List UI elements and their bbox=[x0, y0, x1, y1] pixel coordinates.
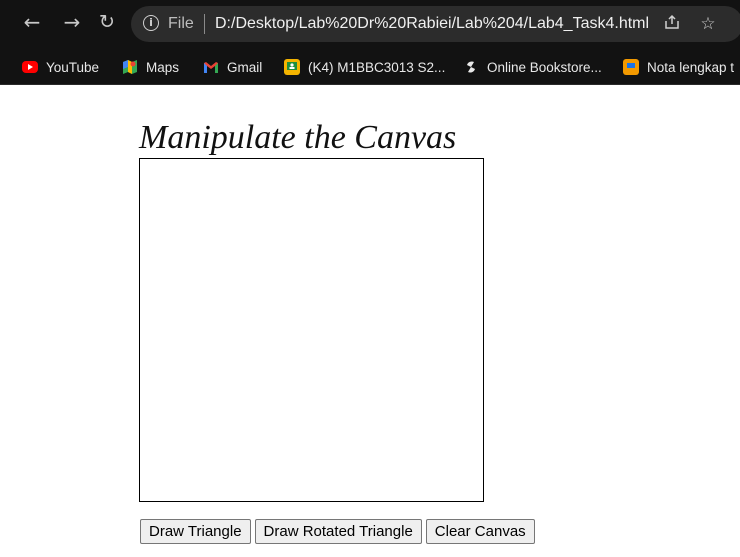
bookmark-classroom[interactable]: (K4) M1BBC3013 S2... bbox=[284, 50, 445, 84]
star-icon[interactable]: ☆ bbox=[697, 13, 719, 35]
info-icon[interactable]: i bbox=[143, 15, 159, 31]
bookmark-notes[interactable]: Nota lengkap t bbox=[623, 50, 734, 84]
address-bar[interactable]: i File D:/Desktop/Lab%20Dr%20Rabiei/Lab%… bbox=[131, 6, 740, 42]
bookstore-icon bbox=[463, 59, 479, 75]
bookmark-maps[interactable]: Maps bbox=[122, 50, 179, 84]
share-icon[interactable] bbox=[661, 13, 683, 35]
bookmarks-bar: YouTube Maps Gmail (K4) M1BBC3013 S2... … bbox=[0, 50, 740, 85]
url-scheme-label: File bbox=[168, 15, 194, 32]
youtube-icon bbox=[22, 61, 38, 73]
forward-arrow-icon[interactable]: → bbox=[58, 8, 86, 36]
draw-rotated-triangle-button[interactable]: Draw Rotated Triangle bbox=[254, 519, 422, 544]
bookmark-label: YouTube bbox=[46, 59, 100, 75]
bookmark-gmail[interactable]: Gmail bbox=[203, 50, 262, 84]
reload-icon[interactable]: ↻ bbox=[93, 8, 121, 36]
page-title: Manipulate the Canvas bbox=[139, 119, 457, 156]
bookmark-bookstore[interactable]: Online Bookstore... bbox=[463, 50, 602, 84]
browser-toolbar: ← → ↻ i File D:/Desktop/Lab%20Dr%20Rabie… bbox=[0, 0, 740, 50]
bookmark-youtube[interactable]: YouTube bbox=[22, 50, 99, 84]
bookmark-label: Online Bookstore... bbox=[487, 59, 602, 75]
bookmark-label: Maps bbox=[146, 59, 180, 75]
maps-icon bbox=[122, 59, 138, 75]
url-separator bbox=[204, 14, 205, 34]
bookmark-label: Nota lengkap t bbox=[647, 59, 735, 75]
classroom-icon bbox=[284, 59, 300, 75]
back-arrow-icon[interactable]: ← bbox=[18, 8, 46, 36]
gmail-icon bbox=[203, 59, 219, 75]
button-row: Draw Triangle Draw Rotated Triangle Clea… bbox=[140, 519, 539, 544]
clear-canvas-button[interactable]: Clear Canvas bbox=[425, 519, 535, 544]
draw-triangle-button[interactable]: Draw Triangle bbox=[140, 519, 251, 544]
url-text[interactable]: D:/Desktop/Lab%20Dr%20Rabiei/Lab%204/Lab… bbox=[215, 14, 649, 34]
drawing-canvas[interactable] bbox=[139, 158, 484, 502]
bookmark-label: Gmail bbox=[227, 59, 263, 75]
notes-icon bbox=[623, 59, 639, 75]
bookmark-label: (K4) M1BBC3013 S2... bbox=[308, 59, 446, 75]
